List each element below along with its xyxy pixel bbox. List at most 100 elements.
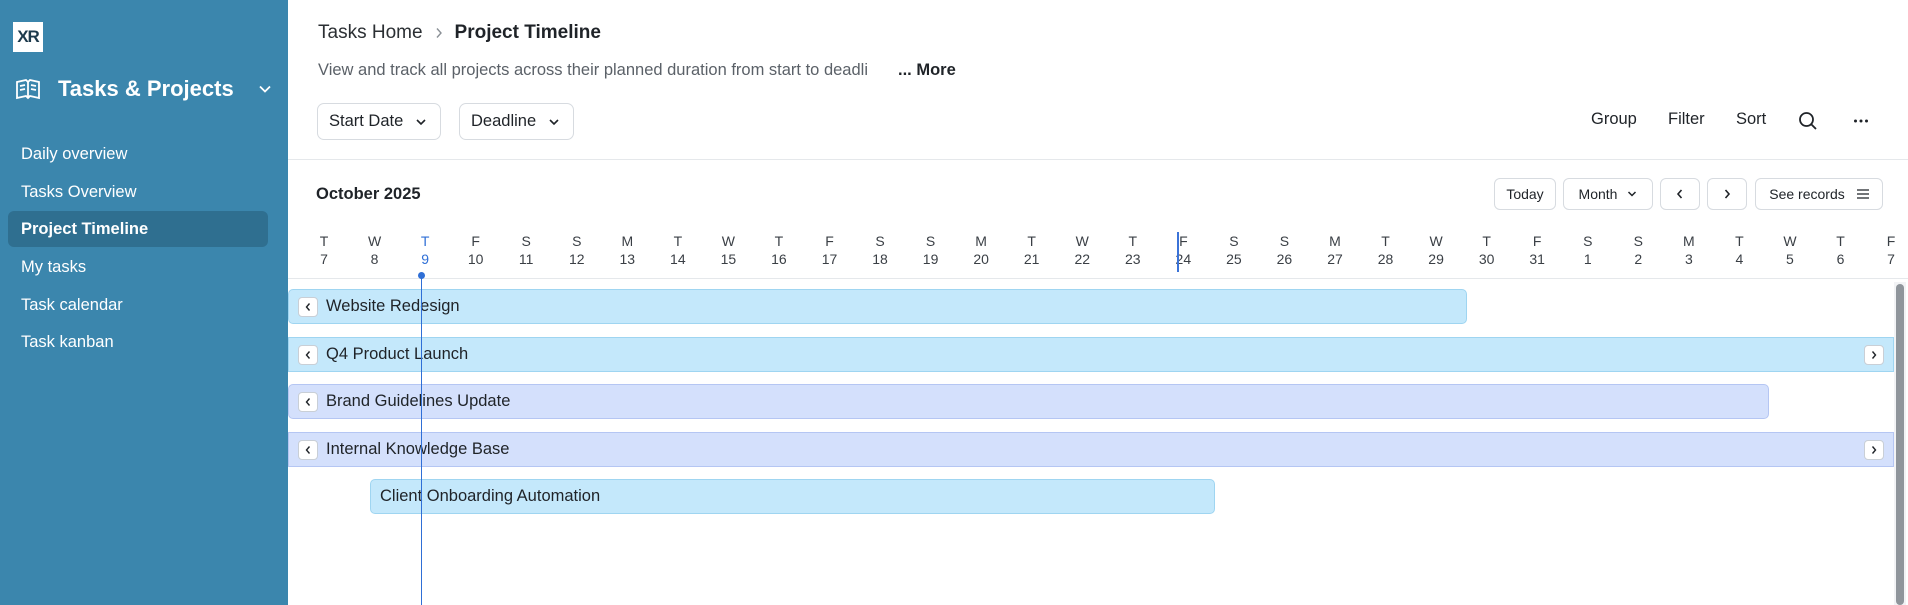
day-of-week-label: S (1633, 233, 1643, 249)
timeline-day-column: T6 (1826, 232, 1856, 268)
chevron-left-icon[interactable] (298, 391, 318, 412)
day-number-label: 22 (1074, 251, 1091, 267)
workspace-name: Tasks & Projects (58, 76, 234, 101)
timeline-day-column: T 16 (764, 232, 794, 268)
timeline-day-column: F7 (1876, 232, 1906, 268)
timeline-scrollbar-thumb[interactable] (1896, 284, 1904, 605)
timeline-day-column: F 17 (815, 232, 845, 268)
book-open-icon (16, 79, 40, 100)
sidebar-item-task-kanban[interactable]: Task kanban (8, 324, 268, 360)
day-of-week-label: W (721, 233, 735, 249)
chevron-down-icon (259, 85, 271, 93)
page-description: View and track all projects across their… (318, 61, 868, 79)
timeline-day-column: S 25 (1219, 232, 1249, 268)
day-number-label: 5 (1786, 251, 1794, 267)
timeline-day-column: M3 (1674, 232, 1704, 268)
day-number-label: 20 (973, 251, 989, 267)
timeline-day-column: F 10 (461, 232, 491, 268)
more-options-icon[interactable] (1849, 109, 1873, 133)
deadline-field-label: Deadline (471, 112, 537, 130)
scale-select-label: Month (1578, 186, 1618, 202)
scale-select[interactable]: Month (1563, 178, 1653, 210)
day-of-week-label: T (774, 233, 784, 249)
timeline-day-column: S 26 (1269, 232, 1299, 268)
today-button[interactable]: Today (1494, 178, 1556, 210)
day-of-week-label: S (875, 233, 885, 249)
day-number-label: 29 (1428, 251, 1444, 267)
chevron-right-icon (1724, 189, 1731, 199)
chevron-down-icon (1628, 191, 1637, 197)
chevron-left-icon[interactable] (298, 344, 318, 365)
timeline-day-column: W 22 (1067, 232, 1097, 268)
sort-button[interactable]: Sort (1736, 110, 1766, 129)
breadcrumb: Tasks Home Project Timeline (318, 20, 601, 46)
day-number-label: 18 (872, 251, 888, 267)
filter-button[interactable]: Filter (1668, 110, 1705, 129)
day-of-week-label: W (1429, 233, 1443, 249)
day-of-week-label: M (621, 233, 634, 249)
day-number-label: 1 (1583, 251, 1592, 267)
deadline-field-select[interactable]: Deadline (459, 103, 575, 140)
workspace-switcher[interactable]: Tasks & Projects (14, 74, 274, 104)
sidebar: XR Tasks & Projects Daily overview Tasks… (0, 0, 288, 605)
timeline-bar-label: Website Redesign (326, 297, 460, 315)
description-more-link[interactable]: ... More (898, 61, 956, 80)
day-number-label: 2 (1634, 251, 1643, 267)
timeline-bar-brand-guidelines-update[interactable]: Brand Guidelines Update (288, 384, 1769, 419)
timeline-day-column: T 28 (1371, 232, 1401, 268)
sidebar-item-tasks-overview[interactable]: Tasks Overview (8, 174, 268, 210)
chevron-left-icon[interactable] (298, 296, 318, 317)
start-date-field-select[interactable]: Start Date (317, 103, 442, 140)
timeline-bar-client-onboarding-automation[interactable]: Client Onboarding Automation (370, 479, 1215, 514)
timeline-bar-internal-knowledge-base[interactable]: Internal Knowledge Base (288, 432, 1894, 467)
day-of-week-label: F (471, 233, 480, 249)
sidebar-item-task-calendar[interactable]: Task calendar (8, 287, 268, 323)
day-of-week-label: T (420, 233, 430, 249)
day-number-label: 12 (568, 251, 585, 267)
day-of-week-label: T (673, 233, 683, 249)
today-marker-dot (418, 272, 425, 279)
day-number-label: 3 (1684, 251, 1693, 267)
sidebar-item-project-timeline[interactable]: Project Timeline (8, 211, 268, 248)
breadcrumb-home-link[interactable]: Tasks Home (318, 22, 423, 44)
timeline-day-column: S 11 (511, 232, 541, 268)
previous-period-button[interactable] (1660, 178, 1700, 210)
chevron-right-icon[interactable] (1864, 345, 1884, 365)
timeline-day-column: W8 (360, 232, 390, 268)
chevron-right-icon[interactable] (1864, 440, 1884, 460)
search-icon[interactable] (1796, 109, 1820, 133)
timeline-bar-label: Q4 Product Launch (326, 345, 469, 363)
timeline-day-column: T4 (1724, 232, 1754, 268)
next-period-button[interactable] (1707, 178, 1747, 210)
sidebar-item-my-tasks[interactable]: My tasks (8, 249, 268, 285)
day-number-label: 4 (1735, 251, 1744, 267)
timeline-day-column: T 21 (1017, 232, 1047, 268)
day-of-week-label: S (521, 233, 531, 249)
day-of-week-label: S (572, 233, 582, 249)
day-number-label: 19 (922, 251, 939, 267)
see-records-label: See records (1769, 186, 1845, 202)
group-button[interactable]: Group (1591, 110, 1637, 129)
see-records-button[interactable]: See records (1755, 178, 1883, 210)
day-of-week-label: M (1683, 233, 1695, 249)
app-logo[interactable]: XR (13, 22, 43, 52)
timeline-bar-website-redesign[interactable]: Website Redesign (288, 289, 1467, 324)
timeline-day-column: M 20 (966, 232, 996, 268)
day-of-week-label: S (1229, 233, 1239, 249)
timeline-bar-label: Internal Knowledge Base (326, 440, 510, 458)
day-of-week-label: M (1329, 233, 1341, 249)
chevron-left-icon[interactable] (298, 439, 318, 460)
day-of-week-label: M (975, 233, 987, 249)
day-of-week-label: F (1532, 233, 1542, 249)
timeline-day-column: T 23 (1118, 232, 1148, 268)
day-of-week-label: T (1735, 233, 1744, 249)
timeline-day-column: S1 (1573, 232, 1603, 268)
sidebar-item-daily-overview[interactable]: Daily overview (8, 136, 268, 172)
timeline-bar-q4-product-launch[interactable]: Q4 Product Launch (288, 337, 1894, 372)
timeline-day-column: T9 (410, 232, 440, 268)
timeline-day-column: W 29 (1421, 232, 1451, 268)
day-of-week-label: W (1075, 233, 1089, 249)
day-number-label: 31 (1529, 251, 1545, 267)
day-of-week-label: T (1381, 233, 1390, 249)
timeline-day-column: M 27 (1320, 232, 1350, 268)
